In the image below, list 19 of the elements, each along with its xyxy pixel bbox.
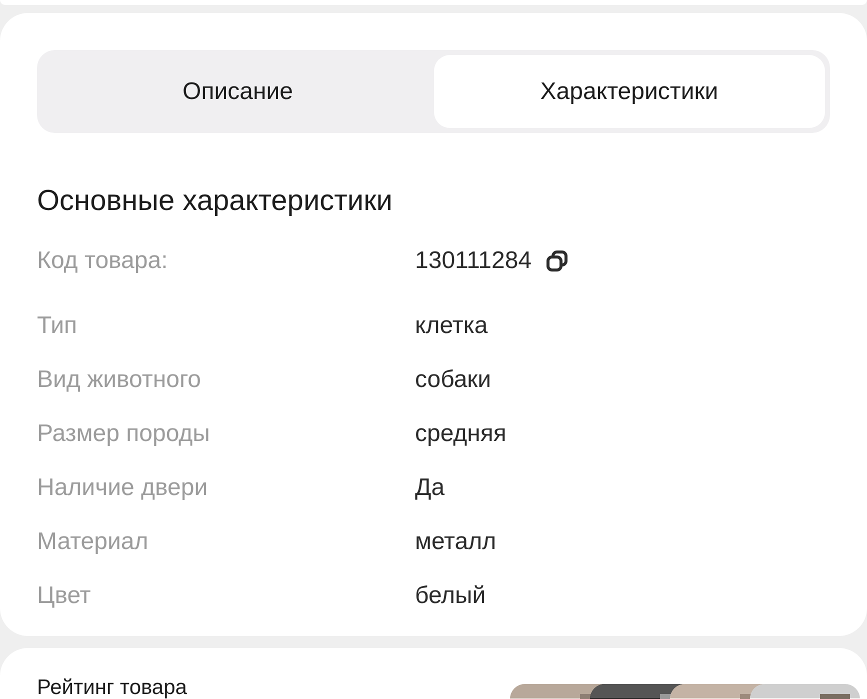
spec-label: Материал <box>37 527 150 557</box>
spec-label: Цвет <box>37 581 92 611</box>
tab[interactable]: Описание <box>42 55 434 128</box>
spec-value: металл <box>415 527 496 557</box>
spec-value: клетка <box>415 311 488 341</box>
section-title: Основные характеристики <box>37 184 394 219</box>
spec-label: Наличие двери <box>37 473 209 503</box>
spec-value: 130111284 <box>415 246 532 276</box>
spec-label: Код товара: <box>37 246 169 276</box>
spec-value: собаки <box>415 365 492 395</box>
spec-value: средняя <box>415 419 506 449</box>
spec-label: Размер породы <box>37 419 211 449</box>
spec-label: Тип <box>37 311 78 341</box>
rating-title: Рейтинг товара <box>37 677 187 698</box>
spec-value: Да <box>415 473 445 503</box>
copy-icon[interactable] <box>544 249 569 273</box>
tab[interactable]: Характеристики <box>434 55 825 128</box>
spec-label: Вид животного <box>37 365 202 395</box>
spec-value: белый <box>415 581 486 611</box>
